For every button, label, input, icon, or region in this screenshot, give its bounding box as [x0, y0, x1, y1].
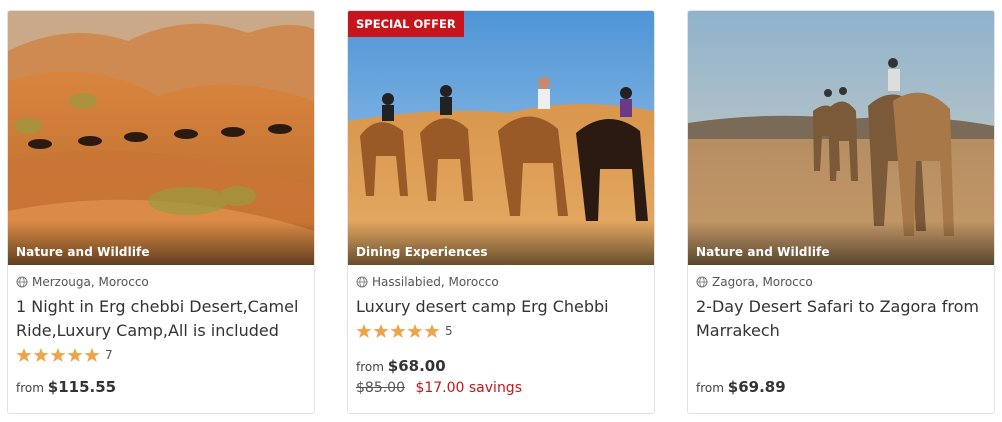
review-count: 5: [445, 324, 453, 338]
review-count: 7: [105, 348, 113, 362]
star-icon: [407, 324, 423, 338]
star-icon: [424, 324, 440, 338]
tour-title[interactable]: Luxury desert camp Erg Chebbi: [356, 295, 646, 319]
location-text: Zagora, Morocco: [712, 275, 813, 289]
price-amount: $69.89: [727, 378, 786, 396]
price-row: from $69.89: [696, 378, 786, 396]
category-label: Nature and Wildlife: [696, 245, 830, 259]
tour-card[interactable]: Dining Experiences SPECIAL OFFER Hassila…: [347, 10, 655, 414]
price-amount: $115.55: [47, 378, 117, 396]
star-icon: [84, 348, 100, 362]
special-offer-badge: SPECIAL OFFER: [348, 11, 464, 37]
discount-row: $85.00 $17.00 savings: [356, 380, 522, 396]
tour-card[interactable]: Nature and Wildlife Zagora, Morocco 2-Da…: [687, 10, 995, 414]
tour-image[interactable]: Nature and Wildlife: [688, 11, 994, 265]
original-price: $85.00: [356, 380, 405, 396]
location-text: Hassilabied, Morocco: [372, 275, 499, 289]
star-icon: [67, 348, 83, 362]
tour-card[interactable]: Nature and Wildlife Merzouga, Morocco 1 …: [7, 10, 315, 414]
from-label: from: [356, 360, 384, 374]
price-amount: $68.00: [387, 357, 446, 375]
from-label: from: [16, 381, 44, 395]
location: Merzouga, Morocco: [16, 275, 149, 289]
star-icon: [356, 324, 372, 338]
star-icon: [390, 324, 406, 338]
from-label: from: [696, 381, 724, 395]
tour-title[interactable]: 1 Night in Erg chebbi Desert,Camel Ride,…: [16, 295, 306, 343]
rating: 5: [356, 323, 453, 339]
tour-image[interactable]: Dining Experiences SPECIAL OFFER: [348, 11, 654, 265]
category-label: Nature and Wildlife: [16, 245, 150, 259]
tour-title[interactable]: 2-Day Desert Safari to Zagora from Marra…: [696, 295, 986, 343]
tour-image[interactable]: Nature and Wildlife: [8, 11, 314, 265]
category-label: Dining Experiences: [356, 245, 488, 259]
star-icon: [16, 348, 32, 362]
price-row: from $115.55: [16, 378, 116, 396]
star-icon: [50, 348, 66, 362]
savings-text: $17.00 savings: [415, 380, 522, 396]
globe-icon: [16, 276, 28, 288]
star-icon: [33, 348, 49, 362]
star-icon: [373, 324, 389, 338]
location: Hassilabied, Morocco: [356, 275, 499, 289]
globe-icon: [696, 276, 708, 288]
location: Zagora, Morocco: [696, 275, 813, 289]
price-row: from $68.00: [356, 357, 446, 375]
globe-icon: [356, 276, 368, 288]
location-text: Merzouga, Morocco: [32, 275, 149, 289]
rating: 7: [16, 347, 113, 363]
